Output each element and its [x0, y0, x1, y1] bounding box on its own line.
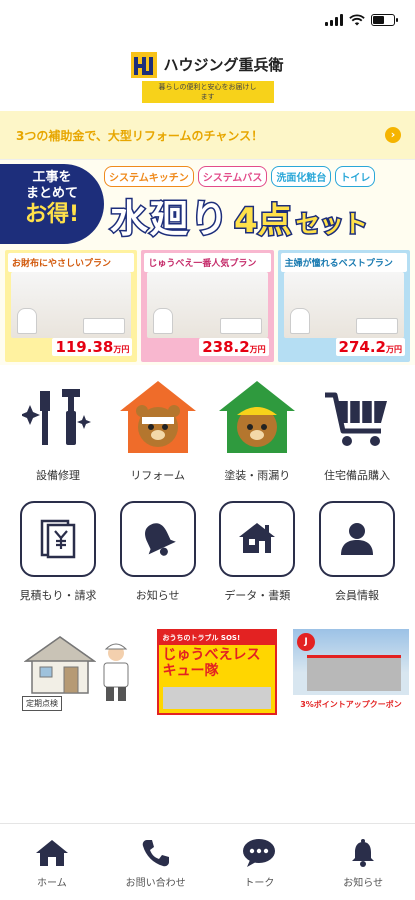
phone-icon — [142, 840, 169, 867]
promo-inspection[interactable]: 定期点検 — [20, 629, 140, 715]
tools-icon — [18, 377, 98, 457]
bell-icon — [352, 839, 375, 867]
menu-label: リフォーム — [130, 469, 185, 482]
plan-price: 238.2万円 — [199, 338, 269, 356]
headline-main: 水廻り — [108, 196, 231, 243]
promo-coupon[interactable]: J 3%ポイントアップクーポン — [293, 629, 409, 715]
menu-label: 塗装・雨漏り — [224, 469, 291, 482]
tab-home[interactable]: ホーム — [12, 838, 92, 900]
tab-label: お問い合わせ — [125, 878, 186, 889]
tag-bath: システムバス — [197, 166, 268, 187]
plan-title: お財布にやさしいプラン — [8, 253, 135, 272]
worker-illustration — [103, 643, 129, 701]
promo-title: じゅうべえレスキュー隊 — [162, 647, 261, 679]
badge-line2: まとめて — [25, 186, 78, 201]
menu-label: 見積もり・請求 — [19, 589, 97, 602]
home-icon — [35, 840, 68, 866]
account-menu: 見積もり・請求 お知らせ データ・書類 会員情報 — [0, 501, 415, 603]
logo-icon — [131, 51, 158, 78]
chevron-right-icon[interactable]: › — [385, 127, 401, 143]
room-photo — [11, 272, 132, 338]
plan-card-popular: じゅうべえ一番人気プラン 238.2万円 — [141, 250, 274, 362]
headline-suffix: セット — [294, 209, 369, 240]
menu-equipment-repair[interactable]: 設備修理 — [12, 377, 104, 483]
banner-headline: 水廻り 4点 セット — [108, 188, 369, 243]
room-photo — [147, 272, 268, 338]
plan-cards: お財布にやさしいプラン 119.38万円 じゅうべえ一番人気プラン 238.2万… — [5, 250, 410, 362]
menu-member-info[interactable]: 会員情報 — [311, 501, 403, 603]
bear-mascot-icon — [118, 377, 198, 457]
app-header: ハウジング重兵衛 暮らしの便利と安心をお届けします — [0, 44, 415, 110]
promo-banners: 定期点検 おうちのトラブル SOS! じゅうべえレスキュー隊 J 3%ポイントア… — [0, 629, 415, 715]
promo-photo — [162, 687, 271, 709]
menu-painting-leak[interactable]: 塗装・雨漏り — [211, 377, 303, 483]
store-logo-icon: J — [297, 633, 315, 651]
promo-caption: 定期点検 — [22, 696, 62, 711]
menu-home-supplies[interactable]: 住宅備品購入 — [311, 377, 403, 483]
bell-icon — [119, 501, 196, 577]
plan-card-budget: お財布にやさしいプラン 119.38万円 — [5, 250, 138, 362]
tag-kitchen: システムキッチン — [104, 166, 194, 187]
badge-line3: お得! — [24, 202, 80, 227]
plan-price: 119.38万円 — [52, 338, 133, 356]
menu-estimate-billing[interactable]: 見積もり・請求 — [12, 501, 104, 603]
plan-card-best: 主婦が憧れるベストプラン 274.2万円 — [277, 250, 410, 362]
promo-subtitle: おうちのトラブル SOS! — [158, 631, 275, 645]
tab-contact[interactable]: お問い合わせ — [116, 838, 196, 900]
menu-data-documents[interactable]: データ・書類 — [211, 501, 303, 603]
tag-vanity: 洗面化粧台 — [271, 166, 332, 187]
yen-document-icon — [20, 501, 96, 577]
bottom-tab-bar: ホーム お問い合わせ トーク お知らせ — [0, 823, 415, 900]
menu-label: 住宅備品購入 — [323, 469, 390, 482]
cellular-signal-icon — [325, 14, 343, 26]
hero-banner[interactable]: 工事を まとめて お得! システムキッチン システムバス 洗面化粧台 トイレ 水… — [0, 159, 415, 365]
badge-line1: 工事を — [32, 170, 72, 185]
cart-icon — [317, 377, 397, 457]
service-menu: 設備修理 リフォーム 塗装・雨漏り 住宅備品購入 — [0, 377, 415, 483]
wifi-icon — [349, 14, 365, 26]
bundle-badge: 工事を まとめて お得! — [0, 164, 104, 244]
tab-talk[interactable]: トーク — [219, 838, 299, 900]
menu-label: データ・書類 — [224, 589, 291, 602]
tagline: 暮らしの便利と安心をお届けします — [141, 80, 274, 103]
house-illustration — [24, 636, 96, 694]
person-icon — [318, 501, 395, 577]
status-bar — [0, 0, 415, 44]
tab-label: ホーム — [37, 878, 67, 889]
plan-price: 274.2万円 — [335, 338, 405, 356]
room-photo — [283, 272, 404, 338]
category-tags: システムキッチン システムバス 洗面化粧台 トイレ — [104, 166, 376, 187]
menu-label: お知らせ — [135, 589, 180, 602]
menu-label: 会員情報 — [334, 589, 379, 602]
promo-caption: 3%ポイントアップクーポン — [293, 695, 409, 715]
campaign-banner[interactable]: 3つの補助金で、大型リフォームのチャンス！ › — [0, 111, 415, 159]
tab-label: トーク — [244, 878, 275, 889]
plan-title: じゅうべえ一番人気プラン — [144, 253, 271, 272]
battery-icon — [371, 14, 398, 26]
house-icon — [219, 501, 296, 577]
tab-label: お知らせ — [343, 878, 384, 889]
brand-name: ハウジング重兵衛 — [163, 56, 284, 74]
headline-count: 4点 — [233, 200, 294, 243]
chat-icon — [243, 839, 276, 867]
menu-notifications[interactable]: お知らせ — [112, 501, 204, 603]
bear-paint-icon — [217, 377, 297, 457]
tag-toilet: トイレ — [335, 166, 376, 187]
campaign-text: 3つの補助金で、大型リフォームのチャンス！ — [16, 128, 264, 143]
store-building-image — [307, 655, 401, 691]
menu-label: 設備修理 — [36, 469, 80, 482]
plan-title: 主婦が憧れるベストプラン — [280, 253, 407, 272]
tab-notifications[interactable]: お知らせ — [323, 838, 403, 900]
promo-rescue[interactable]: おうちのトラブル SOS! じゅうべえレスキュー隊 — [156, 629, 277, 715]
menu-reform[interactable]: リフォーム — [112, 377, 204, 483]
